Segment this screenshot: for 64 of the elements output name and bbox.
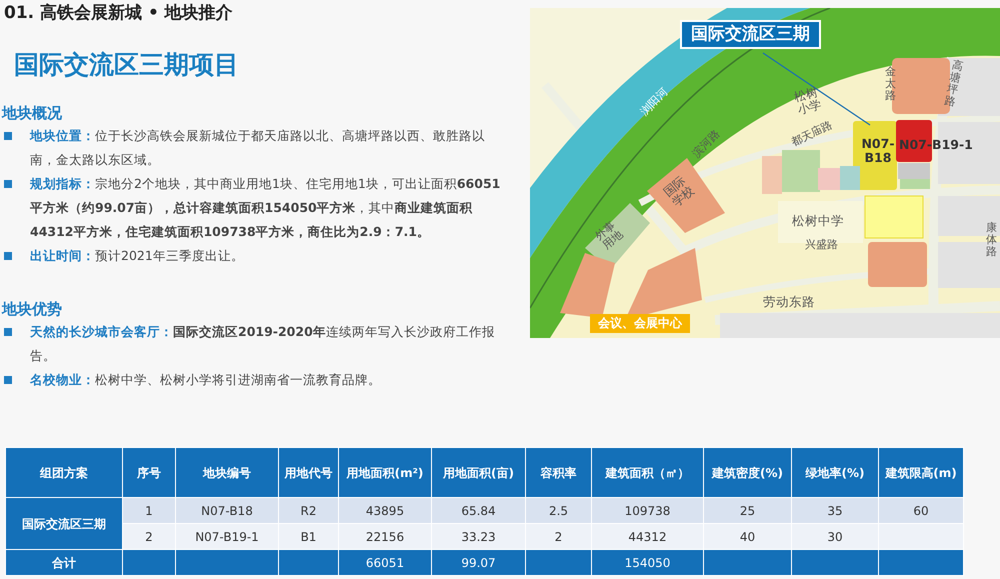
bullet-text: 名校物业：松树中学、松树小学将引进湖南省一流教育品牌。 <box>30 371 382 389</box>
column-header: 组团方案 <box>6 448 122 498</box>
table-cell: N07-B18 <box>176 498 278 524</box>
table-cell: 30 <box>792 524 878 550</box>
section-heading: 地块概况 <box>0 103 63 124</box>
road-label: 劳动东路 <box>763 295 815 309</box>
table-cell: 40 <box>704 524 792 550</box>
table-cell: 65.84 <box>432 498 526 524</box>
column-header: 序号 <box>122 448 176 498</box>
bullet-icon <box>4 132 12 140</box>
project-title: 国际交流区三期项目 <box>13 49 240 81</box>
road-label: 都天庙路 <box>790 119 834 149</box>
table-cell: 22156 <box>338 524 432 550</box>
table-cell: B1 <box>278 524 338 550</box>
place-label: 外事用地 <box>593 218 626 252</box>
table-cell: 44312 <box>592 524 704 550</box>
section-title: 01. 高铁会展新城 • 地块推介 <box>3 2 234 24</box>
bullet-text: 出让时间：预计2021年三季度出让。 <box>30 247 245 265</box>
total-cell: 154050 <box>592 550 704 576</box>
total-cell: 99.07 <box>432 550 526 576</box>
road-label: 滨河路 <box>690 128 722 160</box>
group-cell: 国际交流区三期 <box>6 498 122 550</box>
column-header: 用地面积(m²) <box>338 448 432 498</box>
road-label: 金太路 <box>885 66 896 102</box>
bullet-text: 地块位置：位于长沙高铁会展新城位于都天庙路以北、高塘坪路以西、敢胜路以南，金太路以东区域。 <box>30 127 486 169</box>
table-cell: 60 <box>878 498 964 524</box>
callout-label: 国际交流区三期 <box>680 20 821 49</box>
road-label: 康体路 <box>986 222 997 258</box>
map-tag-label: 会议、会展中心 <box>590 314 690 334</box>
section-heading: 地块优势 <box>0 299 63 320</box>
table-cell: 109738 <box>592 498 704 524</box>
bullet-text: 规划指标：宗地分2个地块，其中商业用地1块、住宅用地1块，可出让面积66051平方米（约99.07亩），总计容建筑面积154050平方米，其中商业建筑面积44312平方米，住宅建筑面积109738平方米，商住比为2.9：7.1。 <box>30 175 502 241</box>
table-cell: 43895 <box>338 498 432 524</box>
table-cell: 33.23 <box>432 524 526 550</box>
place-label: 松树小学 <box>793 85 824 118</box>
total-label: 合计 <box>6 550 122 576</box>
road-label: 高塘坪路 <box>943 59 964 109</box>
table-cell: 1 <box>122 498 176 524</box>
table-cell: N07-B19-1 <box>176 524 278 550</box>
table-cell: 25 <box>704 498 792 524</box>
place-label: 松树中学 <box>792 214 844 228</box>
column-header: 容积率 <box>526 448 592 498</box>
column-header: 用地代号 <box>278 448 338 498</box>
table-cell: 35 <box>792 498 878 524</box>
plot-label: N07-B18 <box>860 137 896 164</box>
column-header: 建筑密度(%) <box>704 448 792 498</box>
bullet-icon <box>4 376 12 384</box>
road-label: 兴盛路 <box>805 239 838 252</box>
table-cell: 2 <box>526 524 592 550</box>
table-cell: 2.5 <box>526 498 592 524</box>
total-cell: 66051 <box>338 550 432 576</box>
river-label: 浏阳河 <box>638 86 670 118</box>
table-cell: 2 <box>122 524 176 550</box>
table-cell: R2 <box>278 498 338 524</box>
column-header: 建筑限高(m) <box>878 448 964 498</box>
bullet-text: 天然的长沙城市会客厅：国际交流区2019-2020年连续两年写入长沙政府工作报告。 <box>30 323 496 365</box>
bullet-icon <box>4 328 12 336</box>
column-header: 绿地率(%) <box>792 448 878 498</box>
bullet-icon <box>4 252 12 260</box>
place-label: 国际学校 <box>662 172 698 210</box>
column-header: 用地面积(亩) <box>432 448 526 498</box>
column-header: 地块编号 <box>176 448 278 498</box>
bullet-icon <box>4 180 12 188</box>
column-header: 建筑面积（㎡） <box>592 448 704 498</box>
